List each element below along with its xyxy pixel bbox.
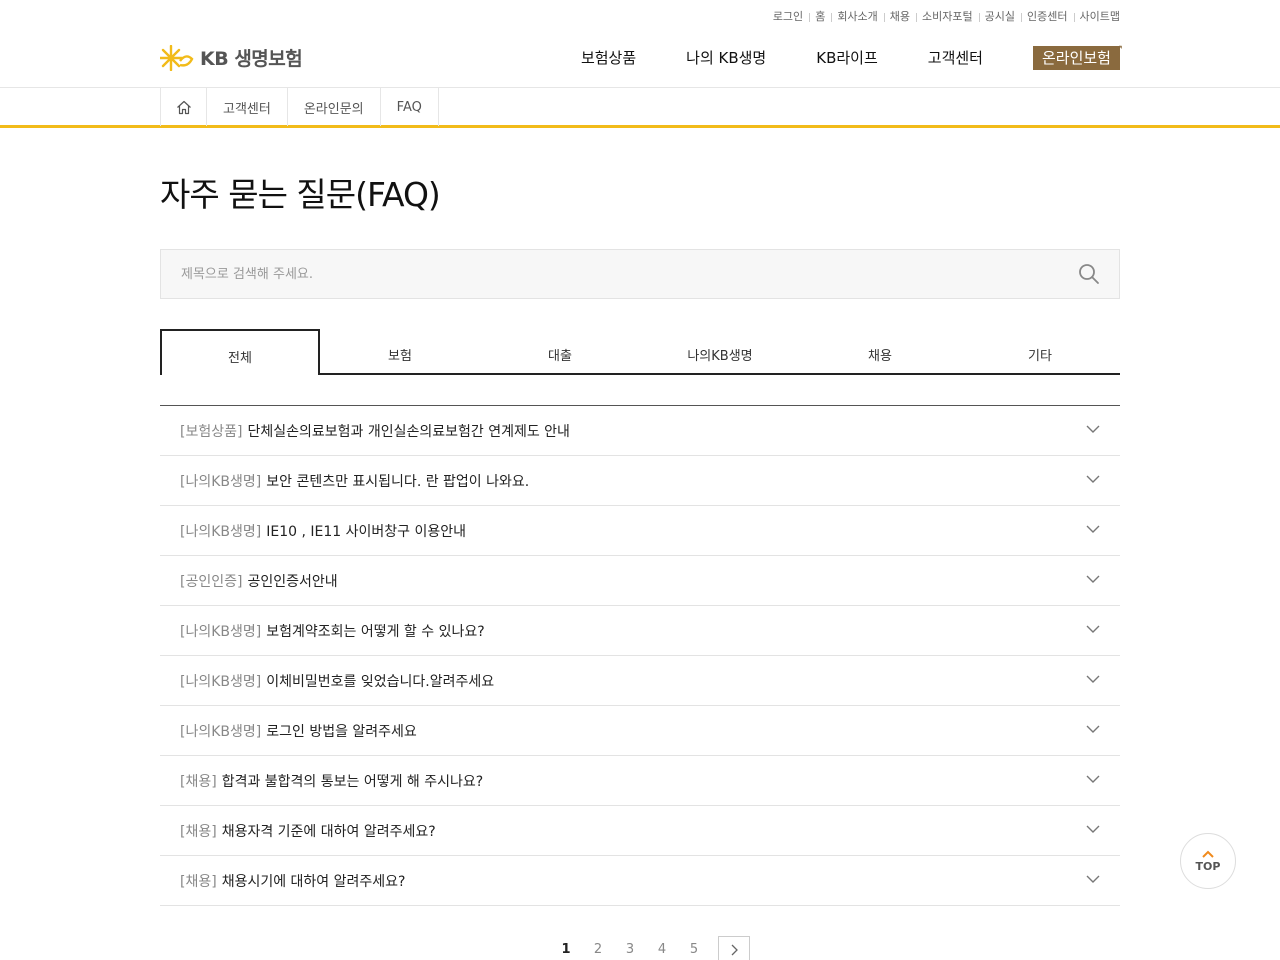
util-link-consumer[interactable]: 소비자포털 xyxy=(916,9,979,25)
faq-category: [보험상품] xyxy=(180,423,243,440)
search-button[interactable] xyxy=(1077,262,1101,286)
faq-item[interactable]: [나의KB생명] 이체비밀번호를 잊었습니다.알려주세요 xyxy=(160,656,1120,706)
chevron-down-icon xyxy=(1086,425,1100,433)
page-link-2[interactable]: 2 xyxy=(582,936,614,960)
util-link-home[interactable]: 홈 xyxy=(809,9,831,25)
tab-recruit[interactable]: 채용 xyxy=(800,329,960,373)
chevron-down-icon xyxy=(1086,475,1100,483)
faq-question: 로그인 방법을 알려주세요 xyxy=(266,723,417,740)
util-link-login[interactable]: 로그인 xyxy=(767,9,809,25)
breadcrumb: 고객센터 온라인문의 FAQ xyxy=(160,88,439,126)
breadcrumb-item-faq[interactable]: FAQ xyxy=(381,88,439,126)
tab-all[interactable]: 전체 xyxy=(160,329,320,375)
util-link-sitemap[interactable]: 사이트맵 xyxy=(1073,9,1120,25)
nav-products[interactable]: 보험상품 xyxy=(581,46,636,70)
breadcrumb-item-customer-center[interactable]: 고객센터 xyxy=(207,88,288,126)
pagination: 1 2 3 4 5 xyxy=(550,936,750,960)
category-tabs: 전체 보험 대출 나의KB생명 채용 기타 xyxy=(160,329,1120,375)
chevron-down-icon xyxy=(1086,875,1100,883)
kb-logo[interactable]: KB 생명보험 xyxy=(160,44,303,71)
util-link-disclosure[interactable]: 공시실 xyxy=(978,9,1021,25)
breadcrumb-bar: 고객센터 온라인문의 FAQ xyxy=(0,87,1280,128)
faq-category: [채용] xyxy=(180,873,217,890)
logo-text: KB 생명보험 xyxy=(200,48,303,70)
faq-item[interactable]: [나의KB생명] 보안 콘텐츠만 표시됩니다. 란 팝업이 나와요. xyxy=(160,456,1120,506)
tab-etc[interactable]: 기타 xyxy=(960,329,1120,373)
chevron-down-icon xyxy=(1086,775,1100,783)
faq-item[interactable]: [공인인증] 공인인증서안내 xyxy=(160,556,1120,606)
util-link-company[interactable]: 회사소개 xyxy=(831,9,883,25)
faq-category: [나의KB생명] xyxy=(180,673,262,690)
page-link-3[interactable]: 3 xyxy=(614,936,646,960)
page-link-4[interactable]: 4 xyxy=(646,936,678,960)
next-page-button[interactable] xyxy=(718,936,750,960)
faq-question: 단체실손의료보험과 개인실손의료보험간 연계제도 안내 xyxy=(247,423,570,440)
faq-item[interactable]: [나의KB생명] IE10 , IE11 사이버창구 이용안내 xyxy=(160,506,1120,556)
faq-category: [채용] xyxy=(180,773,217,790)
nav-online-insurance-button[interactable]: 온라인보험 xyxy=(1032,37,1123,70)
chevron-down-icon xyxy=(1086,525,1100,533)
faq-question: 이체비밀번호를 잊었습니다.알려주세요 xyxy=(266,673,495,690)
kb-star-icon xyxy=(160,44,194,71)
page-link-5[interactable]: 5 xyxy=(678,936,710,960)
faq-category: [나의KB생명] xyxy=(180,473,262,490)
chevron-up-icon xyxy=(1202,850,1214,858)
search-icon xyxy=(1079,264,1099,284)
faq-category: [나의KB생명] xyxy=(180,523,262,540)
tab-my-kb[interactable]: 나의KB생명 xyxy=(640,329,800,373)
faq-item[interactable]: [채용] 채용시기에 대하여 알려주세요? xyxy=(160,856,1120,906)
tab-loan[interactable]: 대출 xyxy=(480,329,640,373)
util-link-cert[interactable]: 인증센터 xyxy=(1021,9,1073,25)
nav-my-kb[interactable]: 나의 KB생명 xyxy=(686,46,766,70)
faq-question: 보험계약조회는 어떻게 할 수 있나요? xyxy=(266,623,485,640)
faq-question: 채용자격 기준에 대하여 알려주세요? xyxy=(221,823,436,840)
faq-item[interactable]: [나의KB생명] 보험계약조회는 어떻게 할 수 있나요? xyxy=(160,606,1120,656)
chevron-down-icon xyxy=(1086,625,1100,633)
faq-item[interactable]: [나의KB생명] 로그인 방법을 알려주세요 xyxy=(160,706,1120,756)
faq-category: [나의KB생명] xyxy=(180,623,262,640)
faq-category: [나의KB생명] xyxy=(180,723,262,740)
faq-list: [보험상품] 단체실손의료보험과 개인실손의료보험간 연계제도 안내 [나의KB… xyxy=(160,405,1120,906)
search-input[interactable] xyxy=(161,250,1041,298)
chevron-down-icon xyxy=(1086,725,1100,733)
page-link-1[interactable]: 1 xyxy=(550,936,582,960)
chevron-down-icon xyxy=(1086,575,1100,583)
nav-kb-life[interactable]: KB라이프 xyxy=(816,46,878,70)
breadcrumb-home[interactable] xyxy=(161,88,207,126)
scroll-top-button[interactable]: TOP xyxy=(1180,833,1236,889)
chevron-down-icon xyxy=(1086,825,1100,833)
faq-item[interactable]: [채용] 합격과 불합격의 통보는 어떻게 해 주시나요? xyxy=(160,756,1120,806)
chevron-right-icon xyxy=(731,944,738,956)
page-title: 자주 묻는 질문(FAQ) xyxy=(160,175,441,214)
home-icon xyxy=(176,100,191,114)
utility-nav: 로그인 홈 회사소개 채용 소비자포털 공시실 인증센터 사이트맵 xyxy=(767,9,1120,25)
nav-customer-center[interactable]: 고객센터 xyxy=(928,46,983,70)
util-link-recruit[interactable]: 채용 xyxy=(883,9,916,25)
main-nav: 보험상품 나의 KB생명 KB라이프 고객센터 온라인보험 xyxy=(531,37,1123,70)
faq-question: 채용시기에 대하여 알려주세요? xyxy=(221,873,406,890)
faq-category: [채용] xyxy=(180,823,217,840)
faq-item[interactable]: [채용] 채용자격 기준에 대하여 알려주세요? xyxy=(160,806,1120,856)
faq-question: 합격과 불합격의 통보는 어떻게 해 주시나요? xyxy=(221,773,484,790)
tab-insurance[interactable]: 보험 xyxy=(320,329,480,373)
faq-question: 공인인증서안내 xyxy=(247,573,338,590)
scroll-top-label: TOP xyxy=(1195,859,1221,873)
search-box xyxy=(160,249,1120,299)
faq-question: IE10 , IE11 사이버창구 이용안내 xyxy=(266,523,466,540)
faq-question: 보안 콘텐츠만 표시됩니다. 란 팝업이 나와요. xyxy=(266,473,530,490)
faq-category: [공인인증] xyxy=(180,573,243,590)
chevron-down-icon xyxy=(1086,675,1100,683)
breadcrumb-item-online-inquiry[interactable]: 온라인문의 xyxy=(288,88,381,126)
faq-item[interactable]: [보험상품] 단체실손의료보험과 개인실손의료보험간 연계제도 안내 xyxy=(160,406,1120,456)
